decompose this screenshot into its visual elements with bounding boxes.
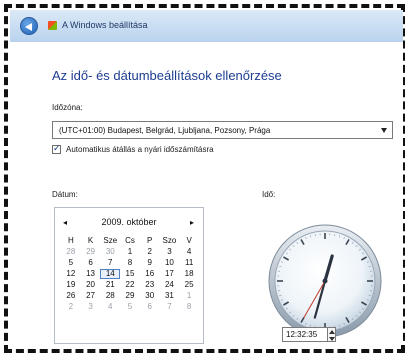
windows-logo-icon xyxy=(48,21,57,30)
weekday-header: Szo xyxy=(162,236,177,245)
title-bar: A Windows beállítása xyxy=(10,10,403,42)
calendar-day[interactable]: 21 xyxy=(100,280,120,290)
calendar-day[interactable]: 9 xyxy=(140,258,160,268)
next-month-icon[interactable]: ▸ xyxy=(190,218,194,227)
calendar-day[interactable]: 30 xyxy=(100,247,120,257)
dst-checkbox[interactable] xyxy=(52,143,61,154)
calendar-day[interactable]: 19 xyxy=(61,280,81,290)
analog-clock xyxy=(268,224,382,338)
calendar-day[interactable]: 22 xyxy=(120,280,140,290)
spin-up-icon[interactable] xyxy=(329,330,335,334)
calendar-day[interactable]: 16 xyxy=(140,269,160,279)
calendar-day[interactable]: 7 xyxy=(100,258,120,268)
weekday-header: P xyxy=(147,236,153,245)
calendar-day[interactable]: 4 xyxy=(100,302,120,312)
calendar-day[interactable]: 12 xyxy=(61,269,81,279)
calendar-day[interactable]: 3 xyxy=(160,247,180,257)
time-spinner[interactable] xyxy=(328,327,336,342)
weekday-header: Cs xyxy=(125,236,135,245)
calendar-day[interactable]: 5 xyxy=(120,302,140,312)
calendar-day[interactable]: 8 xyxy=(179,302,199,312)
spin-down-icon[interactable] xyxy=(329,337,335,341)
calendar-day[interactable]: 17 xyxy=(160,269,180,279)
calendar-month-title[interactable]: 2009. október xyxy=(55,217,203,227)
dst-label: Automatikus átállás a nyári időszámításr… xyxy=(66,145,214,154)
calendar-day[interactable]: 7 xyxy=(160,302,180,312)
timezone-label: Időzóna: xyxy=(52,103,83,112)
chevron-down-icon[interactable] xyxy=(381,128,387,133)
window-title: A Windows beállítása xyxy=(62,20,148,30)
calendar-day[interactable]: 23 xyxy=(140,280,160,290)
calendar-day[interactable]: 28 xyxy=(61,247,81,257)
weekday-header: H xyxy=(67,236,74,245)
weekday-header: V xyxy=(186,236,192,245)
timezone-dropdown[interactable]: (UTC+01:00) Budapest, Belgrád, Ljubljana… xyxy=(52,121,393,139)
calendar-day[interactable]: 30 xyxy=(140,291,160,301)
calendar-day[interactable]: 27 xyxy=(81,291,101,301)
calendar-day[interactable]: 5 xyxy=(61,258,81,268)
weekday-header: Sze xyxy=(103,236,118,245)
calendar-day[interactable]: 2 xyxy=(61,302,81,312)
time-label: Idő: xyxy=(262,190,276,199)
time-input[interactable]: 12:32:35 xyxy=(282,327,328,342)
time-value: 12:32:35 xyxy=(286,330,318,339)
calendar-day[interactable]: 4 xyxy=(179,247,199,257)
weekday-header: K xyxy=(87,236,94,245)
calendar-day[interactable]: 29 xyxy=(120,291,140,301)
calendar-day[interactable]: 2 xyxy=(140,247,160,257)
calendar-day[interactable]: 31 xyxy=(160,291,180,301)
calendar-day[interactable]: 13 xyxy=(81,269,101,279)
windows-setup-window: A Windows beállítása Az idő- és dátumbeá… xyxy=(10,10,403,345)
calendar-grid: H K Sze Cs P Szo V 28 29 30 1 2 3 4 5 6 7 8 9 10 11 12 13 14 15 1… xyxy=(61,236,199,312)
clock-center-pin xyxy=(322,278,328,284)
calendar-day[interactable]: 10 xyxy=(160,258,180,268)
date-label: Dátum: xyxy=(52,190,78,199)
calendar-day[interactable]: 15 xyxy=(120,269,140,279)
calendar-day[interactable]: 28 xyxy=(100,291,120,301)
calendar-day[interactable]: 6 xyxy=(140,302,160,312)
page-title: Az idő- és dátumbeállítások ellenőrzése xyxy=(52,68,282,83)
calendar-day[interactable]: 1 xyxy=(120,247,140,257)
calendar-day[interactable]: 20 xyxy=(81,280,101,290)
calendar-day[interactable]: 8 xyxy=(120,258,140,268)
calendar-day[interactable]: 14 xyxy=(100,269,121,279)
calendar-day[interactable]: 29 xyxy=(81,247,101,257)
timezone-value: (UTC+01:00) Budapest, Belgrád, Ljubljana… xyxy=(59,126,271,135)
calendar-day[interactable]: 26 xyxy=(61,291,81,301)
calendar-day[interactable]: 25 xyxy=(179,280,199,290)
calendar-day[interactable]: 24 xyxy=(160,280,180,290)
calendar-day[interactable]: 11 xyxy=(179,258,199,268)
calendar-day[interactable]: 6 xyxy=(81,258,101,268)
calendar: ◂ 2009. október ▸ H K Sze Cs P Szo V 28 29 30 1 2 3 4… xyxy=(54,207,204,344)
calendar-day[interactable]: 18 xyxy=(179,269,199,279)
back-arrow-icon[interactable] xyxy=(20,17,38,35)
calendar-day[interactable]: 3 xyxy=(81,302,101,312)
calendar-day[interactable]: 1 xyxy=(179,291,199,301)
